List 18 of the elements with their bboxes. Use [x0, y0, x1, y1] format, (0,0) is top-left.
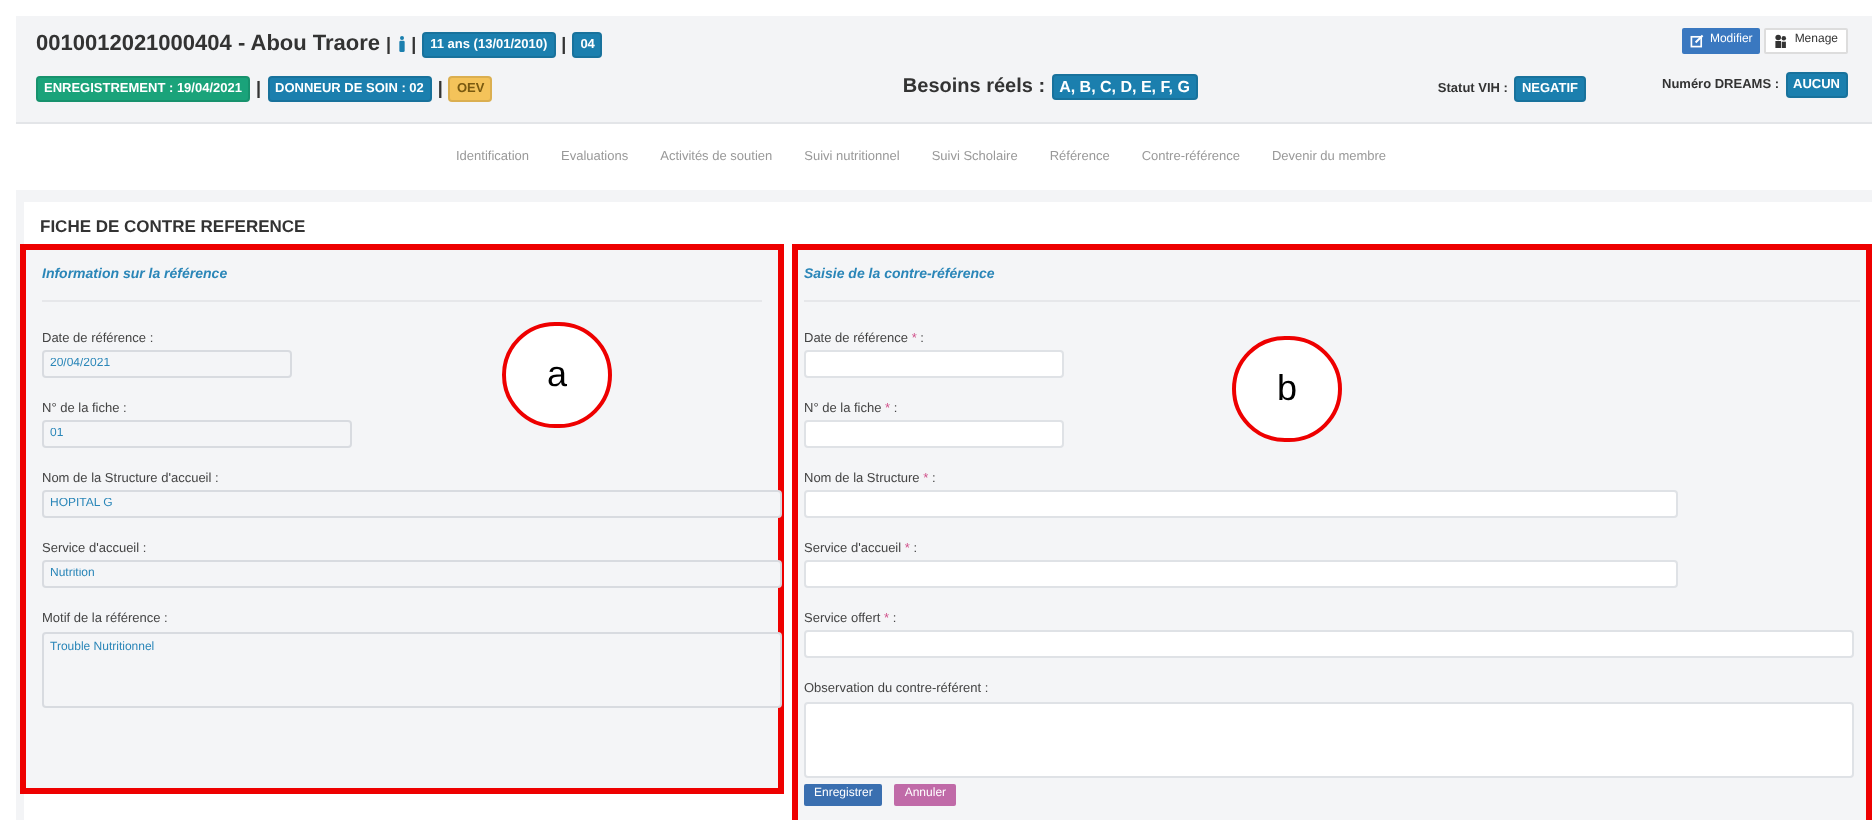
separator: | — [561, 31, 567, 58]
edit-icon — [1689, 34, 1704, 48]
separator: | — [255, 75, 262, 102]
people-icon — [1774, 34, 1789, 48]
patient-name: 0010012021000404 - Abou Traore — [36, 30, 381, 60]
person-icon — [397, 34, 406, 55]
input-field[interactable] — [804, 419, 1064, 447]
input-field[interactable] — [804, 489, 1678, 517]
separator: | — [386, 31, 392, 58]
separator: | — [411, 31, 417, 58]
input-field[interactable] — [804, 629, 1854, 657]
card-title: FICHE DE CONTRE REFERENCE — [38, 214, 308, 240]
field-label: Besoins réels : — [902, 74, 1046, 102]
badge: A, B, C, D, E, F, G — [1051, 74, 1198, 100]
input-field[interactable] — [804, 349, 1064, 377]
input-field[interactable] — [804, 559, 1678, 587]
text-area[interactable] — [804, 701, 1854, 777]
separator: | — [437, 75, 443, 102]
